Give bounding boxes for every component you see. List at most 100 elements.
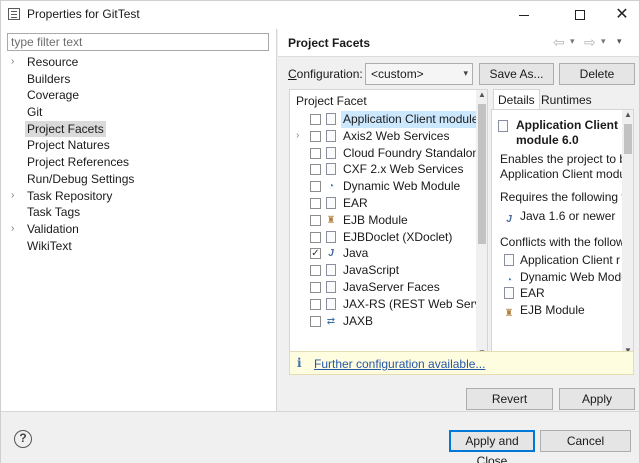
scroll-up-icon[interactable]: ▲ <box>624 110 632 119</box>
back-dropdown-icon[interactable]: ▾ <box>570 36 575 47</box>
facet-row[interactable]: JAX-RS (REST Web Services <box>290 296 487 313</box>
facet-row[interactable]: ✓ J Java <box>290 245 476 262</box>
tree-item[interactable]: › Validation <box>9 221 269 238</box>
help-icon[interactable]: ? <box>14 430 32 448</box>
delete-button[interactable]: Delete <box>559 63 635 85</box>
facet-label: EAR <box>343 195 368 210</box>
tree-item[interactable]: Project References <box>9 154 269 171</box>
page-title: Project Facets <box>288 36 371 50</box>
details-list-item: J Java 1.6 or newer <box>504 208 615 225</box>
facet-row[interactable]: Cloud Foundry Standalone A <box>290 145 487 162</box>
revert-button[interactable]: Revert <box>466 388 553 410</box>
tab-runtimes[interactable]: Runtimes <box>537 90 596 110</box>
facet-row[interactable]: ♜ EJB Module <box>290 212 476 229</box>
facet-label: JAXB <box>343 313 374 328</box>
details-vertical-scrollbar[interactable]: ▲ ▼ <box>622 110 633 358</box>
facet-checkbox[interactable]: ✓ <box>310 248 321 260</box>
maximize-button[interactable] <box>557 1 603 29</box>
facet-doc-icon <box>498 120 508 132</box>
facet-row[interactable]: Application Client module <box>290 111 481 128</box>
facet-label: JAX-RS (REST Web Services <box>343 296 488 311</box>
java-icon: J <box>506 214 512 225</box>
properties-dialog: Properties for GitTest ✕ › Resource Builde… <box>0 0 640 463</box>
facet-checkbox[interactable] <box>310 281 321 293</box>
facet-checkbox[interactable] <box>310 265 321 277</box>
expand-arrow-icon[interactable]: › <box>11 188 21 205</box>
facet-checkbox[interactable] <box>310 315 321 327</box>
tree-item[interactable]: Coverage <box>9 87 269 104</box>
facet-checkbox[interactable] <box>310 130 321 142</box>
globe-icon: ◔ <box>327 181 335 193</box>
minimize-button[interactable] <box>501 1 547 29</box>
cancel-button[interactable]: Cancel <box>540 430 631 452</box>
tree-item[interactable]: WikiText <box>9 238 269 255</box>
tree-item[interactable]: Task Tags <box>9 204 269 221</box>
jaxb-icon: ⇄ <box>326 315 336 327</box>
tree-item[interactable]: Builders <box>9 71 269 88</box>
minimize-icon <box>519 14 529 16</box>
facet-row[interactable]: › Axis2 Web Services <box>290 128 476 145</box>
facet-row[interactable]: EJBDoclet (XDoclet) <box>290 229 476 246</box>
close-button[interactable]: ✕ <box>599 1 640 29</box>
details-item-label: EAR <box>520 286 545 300</box>
facet-checkbox[interactable] <box>310 147 321 159</box>
property-tree: › Resource Builders Coverage Git Project Face… <box>9 54 269 254</box>
further-configuration-bar: i Further configuration available... <box>289 351 634 375</box>
scroll-thumb[interactable] <box>478 104 486 244</box>
facet-row[interactable]: CXF 2.x Web Services <box>290 161 476 178</box>
facet-doc-icon <box>326 264 336 277</box>
close-icon: ✕ <box>615 6 629 23</box>
details-list-item: EAR <box>504 285 545 302</box>
tree-item[interactable]: › Resource <box>9 54 269 71</box>
window-icon <box>8 8 20 20</box>
back-arrow-icon[interactable]: ⇦ <box>553 34 565 51</box>
facet-checkbox[interactable] <box>310 197 321 209</box>
save-as-button[interactable]: Save As... <box>479 63 554 85</box>
tree-item[interactable]: Project Natures <box>9 137 269 154</box>
view-menu-icon[interactable]: ▾ <box>617 36 622 47</box>
facet-row[interactable]: ◔ Dynamic Web Module <box>290 178 476 195</box>
facet-row[interactable]: EAR <box>290 195 476 212</box>
details-list-item: Application Client r <box>504 252 620 269</box>
forward-arrow-icon[interactable]: ⇨ <box>584 34 596 51</box>
facet-row[interactable]: JavaScript <box>290 262 476 279</box>
details-list-item: ♜ EJB Module <box>504 302 585 319</box>
tree-item-label: Project Natures <box>27 138 110 153</box>
scroll-thumb[interactable] <box>624 124 632 154</box>
facets-table: Project Facet Application Client module ›… <box>289 89 488 372</box>
tree-item[interactable]: Run/Debug Settings <box>9 171 269 188</box>
tab-details[interactable]: Details <box>493 89 540 110</box>
jar-icon: ♜ <box>504 307 514 319</box>
facet-doc-icon <box>326 113 336 125</box>
facet-checkbox[interactable] <box>310 231 321 243</box>
facet-label: Dynamic Web Module <box>343 179 461 194</box>
facet-checkbox[interactable] <box>310 181 321 193</box>
facet-checkbox[interactable] <box>310 114 321 125</box>
tree-item[interactable]: Git <box>9 104 269 121</box>
facet-doc-icon <box>326 297 336 310</box>
facet-row[interactable]: JavaServer Faces <box>290 279 476 296</box>
facet-checkbox[interactable] <box>310 298 321 310</box>
forward-dropdown-icon[interactable]: ▾ <box>601 36 606 47</box>
facet-doc-icon <box>504 287 514 299</box>
facet-label: CXF 2.x Web Services <box>343 162 464 177</box>
configuration-select[interactable]: <custom> ▾ <box>365 63 473 85</box>
left-pane: › Resource Builders Coverage GitProject Face… <box>1 29 277 411</box>
facet-checkbox[interactable] <box>310 164 321 176</box>
further-configuration-link[interactable]: Further configuration available... <box>314 357 485 371</box>
expand-arrow-icon[interactable]: › <box>11 221 21 238</box>
facet-checkbox[interactable] <box>310 214 321 226</box>
facets-vertical-scrollbar[interactable]: ▲ ▼ <box>476 90 487 360</box>
facet-row[interactable]: ⇄ JAXB <box>290 313 476 330</box>
expand-arrow-icon[interactable]: › <box>11 54 21 71</box>
apply-button[interactable]: Apply <box>559 388 635 410</box>
facet-label: Cloud Foundry Standalone A <box>343 145 488 160</box>
tree-item[interactable]: Project Facets <box>9 120 269 138</box>
facet-doc-icon <box>326 230 336 243</box>
facet-expand-icon[interactable]: › <box>296 128 299 145</box>
tree-item[interactable]: › Task Repository <box>9 188 269 205</box>
filter-input[interactable] <box>7 33 269 51</box>
scroll-up-icon[interactable]: ▲ <box>478 90 486 99</box>
tree-item-label: Git <box>27 105 43 120</box>
apply-and-close-button[interactable]: Apply and Close <box>449 430 535 463</box>
